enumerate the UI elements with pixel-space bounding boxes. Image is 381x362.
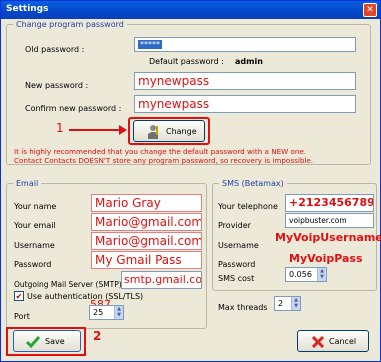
max-threads-label: Max threads [218, 303, 268, 312]
smtp-field[interactable]: smtp.gmail.com [121, 271, 202, 289]
sms-group-legend: SMS (Betamax) [222, 179, 284, 188]
sms-cost-label: SMS cost [218, 274, 255, 283]
smtp-value: smtp.gmail.com [124, 273, 202, 286]
smtp-label: Outgoing Mail Server (SMTP) [14, 280, 122, 289]
key-user-icon [148, 125, 158, 139]
sms-password-value: MyVoipPass [289, 252, 363, 265]
close-button[interactable]: ✕ [363, 3, 377, 17]
email-address-field[interactable]: Mario@gmail.com [91, 213, 202, 231]
old-password-field[interactable]: ***** [134, 37, 356, 52]
sms-username-label: Username [218, 241, 259, 250]
confirm-password-label: Confirm new password : [25, 104, 122, 113]
port-label: Port [14, 312, 30, 321]
email-username-field[interactable]: Mario@gmail.com [91, 232, 202, 250]
email-address-value: Mario@gmail.com [95, 215, 202, 229]
check-icon [26, 336, 40, 348]
port-spinner-arrows[interactable]: ▲ ▼ [114, 306, 123, 319]
password-warning: It is highly recommended that you change… [14, 147, 369, 165]
x-icon [312, 336, 324, 348]
sms-provider-label: Provider [218, 221, 251, 230]
sms-password-label: Password [218, 260, 256, 269]
email-username-label: Username [14, 241, 55, 250]
max-threads-spinner-arrows[interactable]: ▲ ▼ [291, 297, 300, 310]
sms-provider-value: voipbuster.com [289, 216, 347, 225]
new-password-value: mynewpass [138, 74, 210, 88]
old-password-value: ***** [138, 40, 162, 49]
sms-cost-value: 0.056 [289, 270, 312, 279]
port-value: 25 [93, 308, 104, 317]
email-username-value: Mario@gmail.com [95, 234, 202, 248]
email-name-field[interactable]: Mario Gray [91, 194, 202, 212]
sms-phone-label: Your telephone [218, 202, 278, 211]
callout-1: 1 [56, 121, 64, 135]
email-password-value: My Gmail Pass [95, 253, 182, 267]
default-password-value: admin [235, 57, 263, 66]
email-name-label: Your name [14, 202, 57, 211]
old-password-label: Old password : [25, 45, 85, 54]
new-password-label: New password : [25, 81, 89, 90]
settings-window: Settings ✕ Change program password Old p… [0, 0, 381, 362]
checkmark-icon: ✔ [15, 292, 23, 301]
max-threads-value: 2 [278, 299, 284, 308]
change-button-label: Change [166, 127, 197, 136]
port-spinner[interactable]: 25 ▲ ▼ [89, 305, 124, 320]
password-group-legend: Change program password [16, 20, 124, 29]
email-name-value: Mario Gray [95, 196, 161, 210]
save-button-label: Save [45, 337, 65, 346]
close-icon: ✕ [366, 5, 374, 15]
cancel-button[interactable]: Cancel [297, 330, 369, 352]
sms-cost-spinner-arrows[interactable]: ▲ ▼ [317, 268, 326, 281]
new-password-field[interactable]: mynewpass [134, 72, 356, 90]
default-password-label: Default password : [149, 57, 224, 66]
cancel-button-label: Cancel [329, 337, 357, 346]
sms-phone-value: +2123456789 [289, 196, 374, 209]
email-password-field[interactable]: My Gmail Pass [91, 251, 202, 269]
sms-provider-field[interactable]: voipbuster.com [285, 213, 374, 228]
auth-label: Use authentication (SSL/TLS) [27, 292, 144, 301]
sms-phone-field[interactable]: +2123456789 [285, 194, 374, 212]
callout-1-arrow [69, 129, 119, 131]
callout-1-arrowhead [119, 125, 127, 135]
title-bar: Settings ✕ [1, 1, 380, 19]
warning-line-1: It is highly recommended that you change… [14, 147, 307, 156]
auth-checkbox[interactable]: ✔ [14, 291, 24, 301]
sms-cost-spinner[interactable]: 0.056 ▲ ▼ [285, 267, 327, 282]
callout-2: 2 [93, 329, 102, 343]
sms-username-value[interactable]: MyVoipUsername [275, 231, 381, 244]
sms-password-field[interactable]: MyVoipPass [285, 251, 374, 266]
email-address-label: Your email [14, 221, 56, 230]
window-title: Settings [6, 4, 49, 14]
confirm-password-field[interactable]: mynewpass [134, 95, 356, 113]
max-threads-spinner[interactable]: 2 ▲ ▼ [274, 296, 301, 311]
email-password-label: Password [14, 260, 52, 269]
warning-line-2: Contact Contacts DOESN'T store any progr… [14, 156, 314, 165]
save-button[interactable]: Save [13, 330, 81, 352]
email-group-legend: Email [16, 179, 39, 188]
change-button[interactable]: Change [133, 120, 205, 142]
confirm-password-value: mynewpass [138, 97, 210, 111]
